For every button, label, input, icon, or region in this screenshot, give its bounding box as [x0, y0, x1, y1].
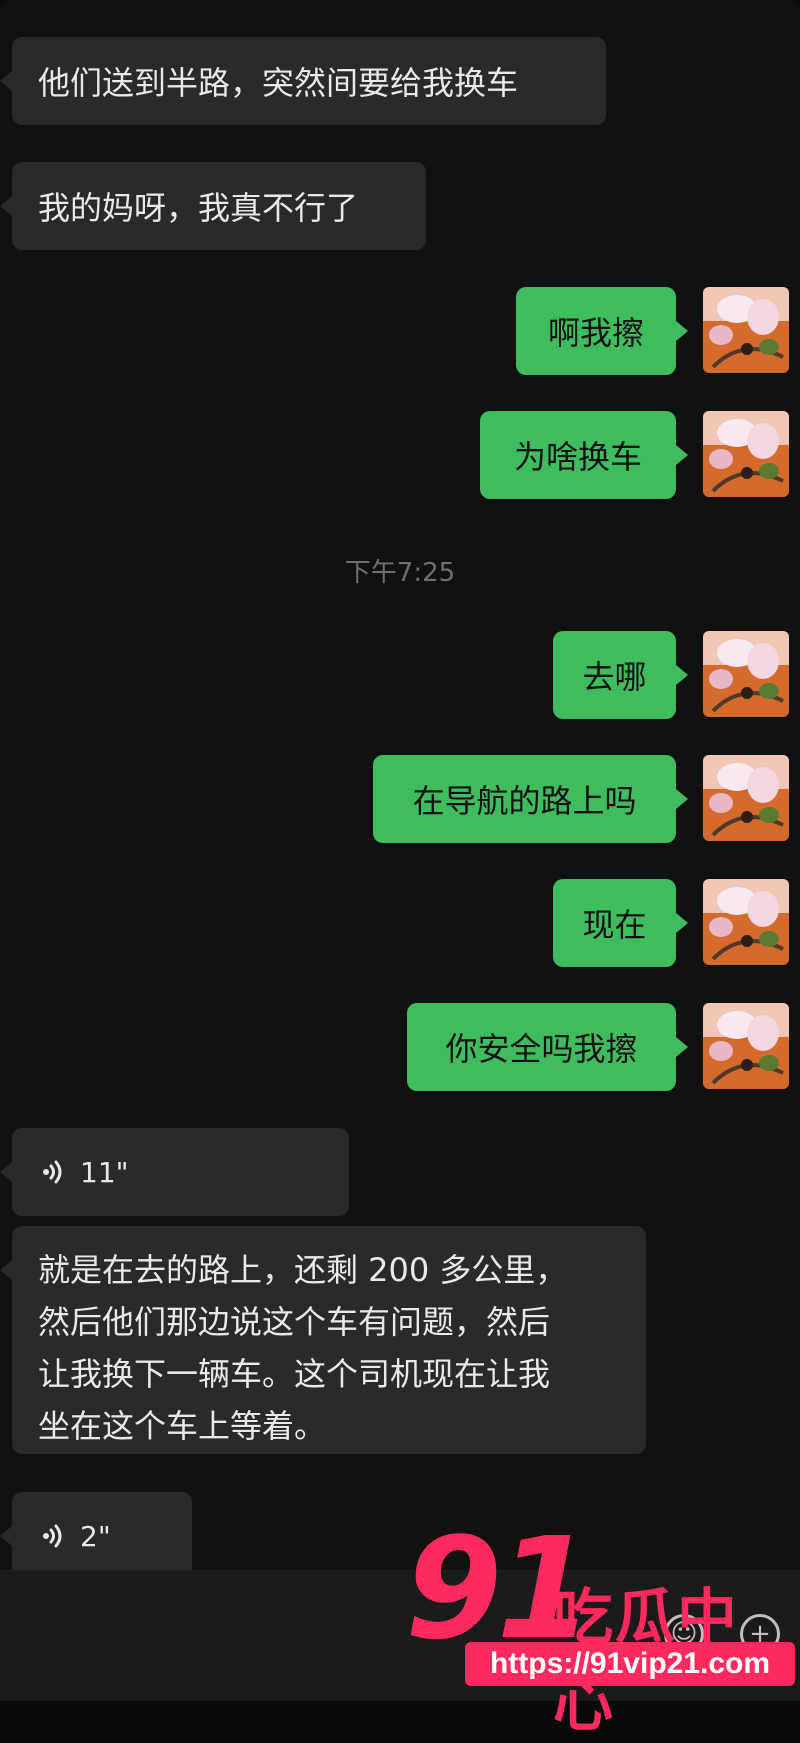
- voice-wave-icon: [43, 1524, 62, 1548]
- voice-transcript[interactable]: 就是在去的路上，还剩 200 多公里， 然后他们那边说这个车有问题，然后 让我换…: [0, 1226, 646, 1454]
- message-text: 在导航的路上吗: [412, 782, 637, 820]
- transcript-line: 坐在这个车上等着。: [38, 1407, 327, 1445]
- watermark-url: https://91vip21.com: [465, 1642, 795, 1686]
- message-outgoing[interactable]: 在导航的路上吗: [373, 755, 688, 843]
- flower-avatar-image: [703, 631, 789, 717]
- flower-avatar-image: [703, 1003, 789, 1089]
- message-outgoing[interactable]: 现在: [553, 879, 688, 967]
- voice-message[interactable]: 11": [0, 1128, 349, 1216]
- avatar[interactable]: [703, 411, 789, 497]
- avatar[interactable]: [703, 755, 789, 841]
- avatar[interactable]: [703, 1003, 789, 1089]
- avatar[interactable]: [703, 879, 789, 965]
- message-outgoing[interactable]: 去哪: [553, 631, 688, 719]
- voice-wave-icon: [43, 1160, 62, 1184]
- message-outgoing[interactable]: 你安全吗我擦: [407, 1003, 688, 1091]
- flower-avatar-image: [703, 287, 789, 373]
- avatar[interactable]: [703, 631, 789, 717]
- transcript-line: 就是在去的路上，还剩 200 多公里，: [38, 1251, 568, 1289]
- message-text: 为啥换车: [513, 438, 642, 476]
- message-text: 我的妈呀，我真不行了: [38, 189, 359, 227]
- message-text: 去哪: [582, 658, 647, 696]
- voice-duration: 2": [80, 1519, 111, 1553]
- watermark: 91 吃瓜中心 https://91vip21.com: [405, 1515, 800, 1740]
- message-text: 啊我擦: [547, 314, 644, 352]
- message-text: 你安全吗我擦: [445, 1030, 638, 1068]
- transcript-line: 然后他们那边说这个车有问题，然后: [38, 1303, 551, 1341]
- flower-avatar-image: [703, 879, 789, 965]
- avatar[interactable]: [703, 287, 789, 373]
- message-text: 现在: [582, 906, 647, 944]
- message-incoming[interactable]: 他们送到半路，突然间要给我换车: [0, 37, 606, 125]
- voice-message[interactable]: 2": [0, 1492, 192, 1580]
- message-outgoing[interactable]: 为啥换车: [480, 411, 688, 499]
- timestamp: 下午7:25: [344, 558, 456, 588]
- flower-avatar-image: [703, 411, 789, 497]
- message-incoming[interactable]: 我的妈呀，我真不行了: [0, 162, 426, 250]
- message-text: 他们送到半路，突然间要给我换车: [38, 64, 519, 102]
- transcript-line: 让我换下一辆车。这个司机现在让我: [38, 1355, 551, 1393]
- flower-avatar-image: [703, 755, 789, 841]
- message-outgoing[interactable]: 啊我擦: [516, 287, 688, 375]
- voice-duration: 11": [80, 1155, 129, 1189]
